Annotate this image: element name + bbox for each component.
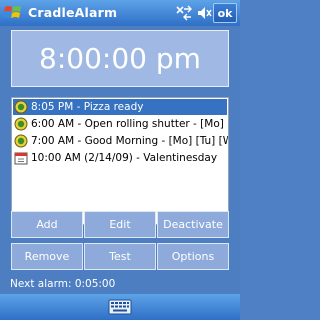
- next-alarm-status: Next alarm: 0:05:00: [10, 278, 116, 290]
- options-button[interactable]: Options: [157, 243, 229, 270]
- alarm-text: 10:00 AM (2/14/09) - Valentinesday: [31, 152, 218, 164]
- alarm-list-item[interactable]: 7:00 AM - Good Morning - [Mo] [Tu] [We] …: [13, 133, 228, 149]
- alarm-list-item[interactable]: 8:05 PM - Pizza ready: [13, 99, 227, 115]
- alarm-text: 7:00 AM - Good Morning - [Mo] [Tu] [We] …: [31, 135, 228, 147]
- keyboard-icon[interactable]: [108, 298, 132, 316]
- clock-display: 8:00:00 pm: [11, 30, 229, 87]
- alarm-list-item[interactable]: 6:00 AM - Open rolling shutter - [Mo] [T…: [13, 116, 228, 132]
- edit-button[interactable]: Edit: [84, 211, 156, 238]
- connectivity-icon[interactable]: [175, 3, 193, 23]
- calendar-alarm-icon: [14, 152, 28, 165]
- ok-button[interactable]: ok: [213, 3, 237, 23]
- test-button[interactable]: Test: [84, 243, 156, 270]
- alarm-text: 6:00 AM - Open rolling shutter - [Mo] [T…: [31, 118, 228, 130]
- alarm-text: 8:05 PM - Pizza ready: [31, 101, 144, 113]
- alarm-list[interactable]: 8:05 PM - Pizza ready 6:00 AM - Open rol…: [11, 97, 229, 225]
- remove-button[interactable]: Remove: [11, 243, 83, 270]
- active-alarm-icon: [14, 134, 28, 148]
- active-alarm-icon: [14, 100, 28, 114]
- volume-icon[interactable]: [196, 3, 212, 23]
- deactivate-button[interactable]: Deactivate: [157, 211, 229, 238]
- active-alarm-icon: [14, 117, 28, 131]
- main-content: 8:00:00 pm 8:05 PM - Pizza ready 6:00 AM…: [0, 26, 240, 294]
- add-button[interactable]: Add: [11, 211, 83, 238]
- alarm-list-item[interactable]: 10:00 AM (2/14/09) - Valentinesday: [13, 150, 227, 166]
- windows-start-icon[interactable]: [2, 2, 24, 24]
- bottom-menu-bar: [0, 294, 240, 320]
- app-title: CradleAlarm: [28, 5, 118, 20]
- title-bar: CradleAlarm ok: [0, 0, 240, 26]
